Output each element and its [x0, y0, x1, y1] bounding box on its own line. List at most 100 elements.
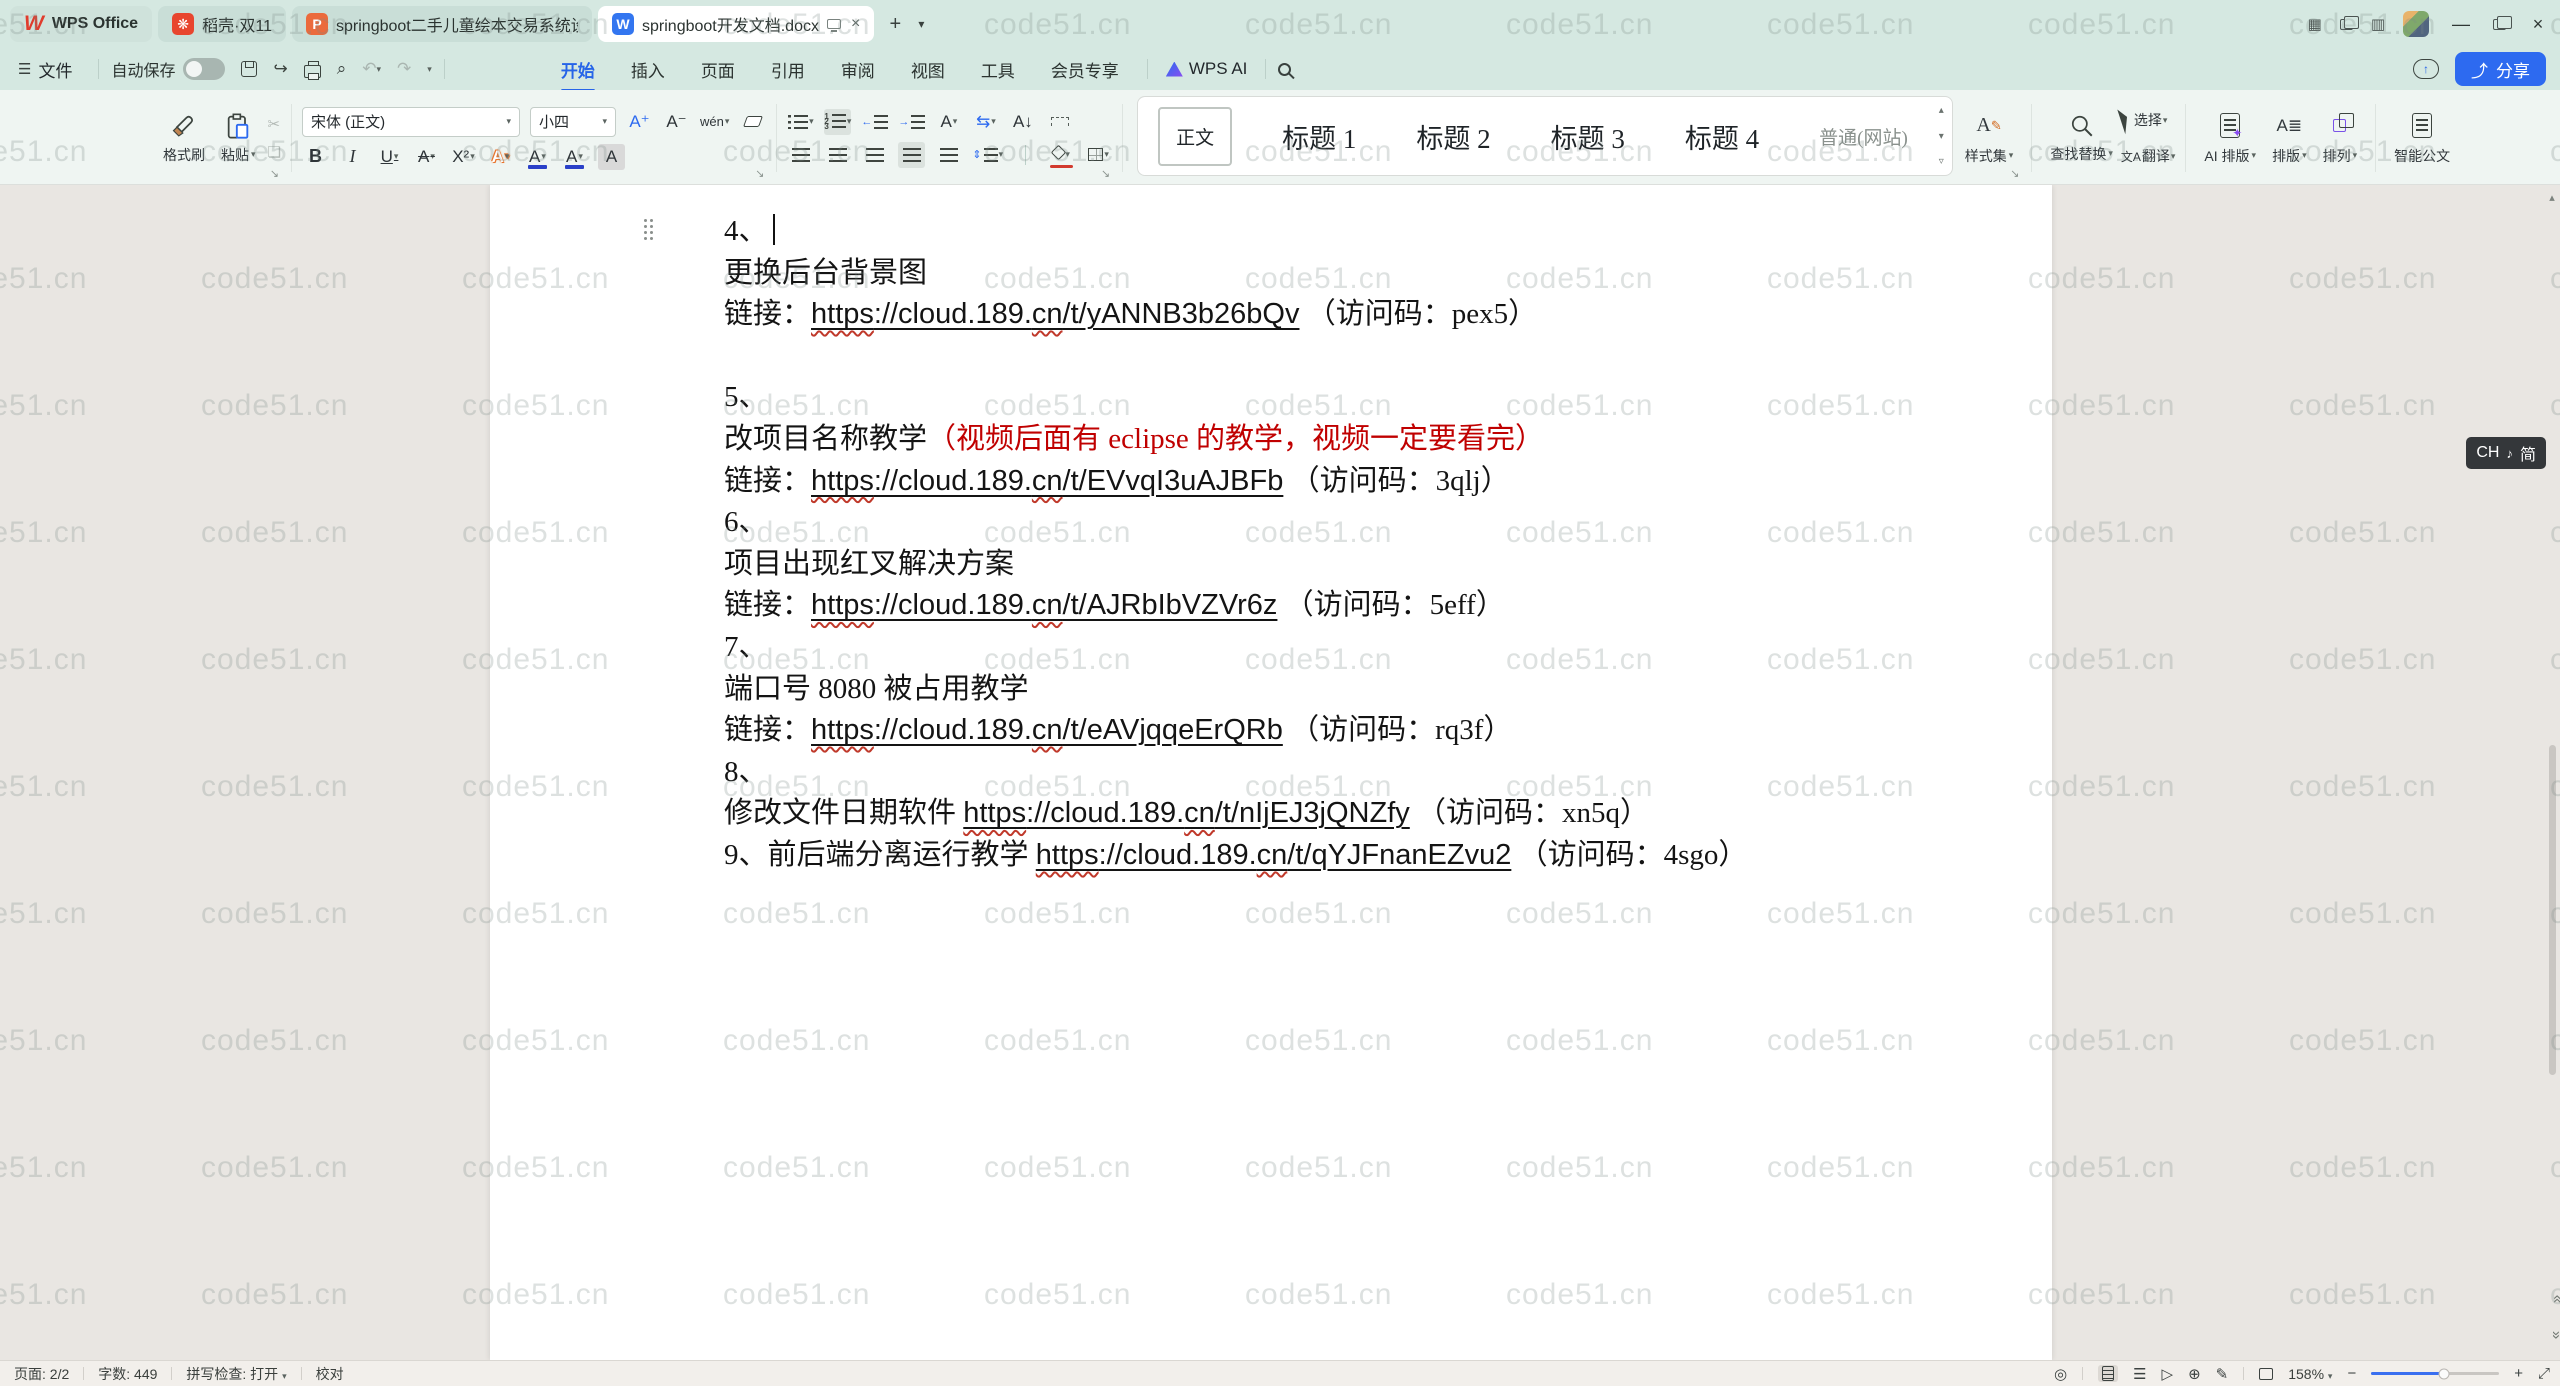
italic-button[interactable]: I: [339, 144, 366, 170]
autosave-toggle[interactable]: [183, 58, 225, 80]
wrap-button[interactable]: ⇆▾: [972, 109, 999, 135]
superscript-button[interactable]: X²▾: [450, 144, 477, 170]
message-icon[interactable]: ▥: [2371, 15, 2385, 33]
tab-close-icon[interactable]: ×: [851, 15, 860, 33]
numbered-list-button[interactable]: 1 2 3▾: [824, 109, 851, 135]
shading-button[interactable]: ▾: [1048, 142, 1075, 168]
doc-line-0[interactable]: 4、: [724, 211, 1964, 253]
screen-share-icon[interactable]: [827, 19, 841, 29]
vertical-scrollbar[interactable]: ▴: [2544, 185, 2560, 1360]
doc-line-5[interactable]: 改项目名称教学（视频后面有 eclipse 的教学，视频一定要看完）: [724, 419, 1964, 461]
doc-line-13[interactable]: 8、: [724, 752, 1964, 794]
clipboard-dialog-launcher[interactable]: ↘: [270, 167, 279, 180]
style-item-4[interactable]: 标题 4: [1675, 111, 1769, 162]
select-button[interactable]: 选择▾: [2121, 107, 2176, 133]
strikethrough-button[interactable]: A▾: [413, 144, 440, 170]
fullscreen-icon[interactable]: ⤢: [2538, 1365, 2550, 1382]
sort-button[interactable]: A↓: [1009, 109, 1036, 135]
minimize-button[interactable]: —: [2447, 14, 2475, 35]
user-avatar[interactable]: [2403, 11, 2429, 37]
arrange-button[interactable]: 排列▾: [2315, 107, 2366, 170]
fit-page-icon[interactable]: [2259, 1368, 2273, 1380]
char-shading-button[interactable]: A: [598, 144, 625, 170]
doc-line-12[interactable]: 链接：https://cloud.189.cn/t/eAVjqqeErQRb （…: [724, 710, 1964, 752]
decrease-font-button[interactable]: A⁻: [663, 109, 690, 135]
doc-line-15[interactable]: 9、前后端分离运行教学 https://cloud.189.cn/t/qYJFn…: [724, 835, 1964, 877]
doc-line-6[interactable]: 链接：https://cloud.189.cn/t/EVvqI3uAJBFb （…: [724, 461, 1964, 503]
document-page[interactable]: 4、更换后台背景图链接：https://cloud.189.cn/t/yANNB…: [490, 185, 2052, 1360]
scroll-up-icon[interactable]: ▴: [2549, 191, 2555, 204]
restore-button[interactable]: [2493, 19, 2506, 30]
tab-list-button[interactable]: ▾: [910, 9, 932, 39]
tab-ppt-document[interactable]: P springboot二手儿童绘本交易系统设: [292, 6, 592, 42]
doc-line-4[interactable]: 5、: [724, 377, 1964, 419]
borders-button[interactable]: ▾: [1085, 142, 1112, 168]
scrollbar-thumb[interactable]: [2549, 745, 2556, 1075]
font-size-select[interactable]: 小四▾: [530, 107, 616, 137]
gallery-more-icon[interactable]: ▿: [1939, 156, 1944, 167]
doc-link[interactable]: https://cloud.189.cn/t/nIjEJ3jQNZfy: [963, 797, 1410, 829]
page-view-icon[interactable]: [2098, 1365, 2118, 1382]
text-effect-button[interactable]: A▾: [487, 144, 514, 170]
style-item-0[interactable]: 正文: [1158, 107, 1232, 166]
print-preview-icon[interactable]: ⌕: [337, 59, 347, 79]
bullet-list-button[interactable]: ▾: [787, 109, 814, 135]
doc-line-1[interactable]: 更换后台背景图: [724, 253, 1964, 295]
read-mode-icon[interactable]: ▷: [2162, 1365, 2174, 1383]
export-pdf-icon[interactable]: ↪: [273, 59, 287, 79]
doc-line-2[interactable]: 链接：https://cloud.189.cn/t/yANNB3b26bQv （…: [724, 294, 1964, 336]
format-painter-button[interactable]: 格式刷: [155, 108, 213, 169]
bold-button[interactable]: B: [302, 144, 329, 170]
proofread-button[interactable]: 校对: [316, 1364, 344, 1384]
word-count[interactable]: 字数: 449: [98, 1364, 157, 1384]
doc-line-8[interactable]: 项目出现红叉解决方案: [724, 544, 1964, 586]
align-left-button[interactable]: [787, 142, 814, 168]
zoom-slider[interactable]: [2371, 1372, 2499, 1375]
align-right-button[interactable]: [861, 142, 888, 168]
doc-line-7[interactable]: 6、: [724, 502, 1964, 544]
menu-item-2[interactable]: 页面: [685, 51, 751, 88]
menu-item-3[interactable]: 引用: [755, 51, 821, 88]
font-color-button[interactable]: A▾: [561, 144, 588, 170]
customize-toolbar-icon[interactable]: ▾: [427, 64, 432, 75]
decrease-indent-button[interactable]: ←: [861, 109, 888, 135]
cut-icon[interactable]: ✂: [268, 115, 281, 133]
next-page-button[interactable]: »: [2548, 1331, 2560, 1336]
previous-page-button[interactable]: »: [2548, 1298, 2560, 1303]
doc-link[interactable]: https://cloud.189.cn/t/eAVjqqeErQRb: [811, 714, 1283, 746]
doc-line-14[interactable]: 修改文件日期软件 https://cloud.189.cn/t/nIjEJ3jQ…: [724, 793, 1964, 835]
translate-button[interactable]: 文A 翻译▾: [2121, 143, 2176, 169]
zoom-level[interactable]: 158% ▾: [2288, 1366, 2332, 1382]
doc-link[interactable]: https://cloud.189.cn/t/yANNB3b26bQv: [811, 298, 1299, 330]
copy-icon[interactable]: ❏: [268, 143, 281, 161]
new-tab-button[interactable]: +: [880, 9, 910, 39]
web-view-icon[interactable]: ⊕: [2188, 1365, 2201, 1383]
doc-line-11[interactable]: 端口号 8080 被占用教学: [724, 669, 1964, 711]
paragraph-dialog-launcher[interactable]: ↘: [1101, 167, 1110, 180]
style-item-5[interactable]: 普通(网站): [1809, 117, 1918, 156]
menu-item-6[interactable]: 工具: [965, 51, 1031, 88]
menu-item-0[interactable]: 开始: [545, 51, 611, 88]
style-item-1[interactable]: 标题 1: [1272, 111, 1366, 162]
menu-item-4[interactable]: 审阅: [825, 51, 891, 88]
font-name-select[interactable]: 宋体 (正文)▾: [302, 107, 520, 137]
justify-button[interactable]: [898, 142, 925, 168]
paste-button[interactable]: 粘贴▾: [213, 108, 264, 169]
eye-protection-icon[interactable]: ◎: [2054, 1365, 2067, 1383]
pinyin-guide-button[interactable]: wén▾: [700, 109, 729, 135]
distribute-button[interactable]: [935, 142, 962, 168]
find-replace-button[interactable]: 查找替换▾: [2042, 109, 2121, 168]
clear-format-button[interactable]: [739, 109, 766, 135]
align-center-button[interactable]: [824, 142, 851, 168]
file-menu[interactable]: 文件: [38, 57, 72, 82]
cloud-upload-icon[interactable]: ↑: [2413, 59, 2439, 79]
print-icon[interactable]: [304, 65, 321, 78]
doc-line-9[interactable]: 链接：https://cloud.189.cn/t/AJRbIbVZVr6z （…: [724, 585, 1964, 627]
style-item-2[interactable]: 标题 2: [1406, 111, 1500, 162]
smart-doc-button[interactable]: 智能公文: [2386, 107, 2458, 170]
hamburger-icon[interactable]: ☰: [18, 60, 30, 78]
save-icon[interactable]: [241, 61, 257, 77]
zoom-in-button[interactable]: +: [2514, 1365, 2523, 1382]
style-item-3[interactable]: 标题 3: [1541, 111, 1635, 162]
font-dialog-launcher[interactable]: ↘: [755, 167, 764, 180]
